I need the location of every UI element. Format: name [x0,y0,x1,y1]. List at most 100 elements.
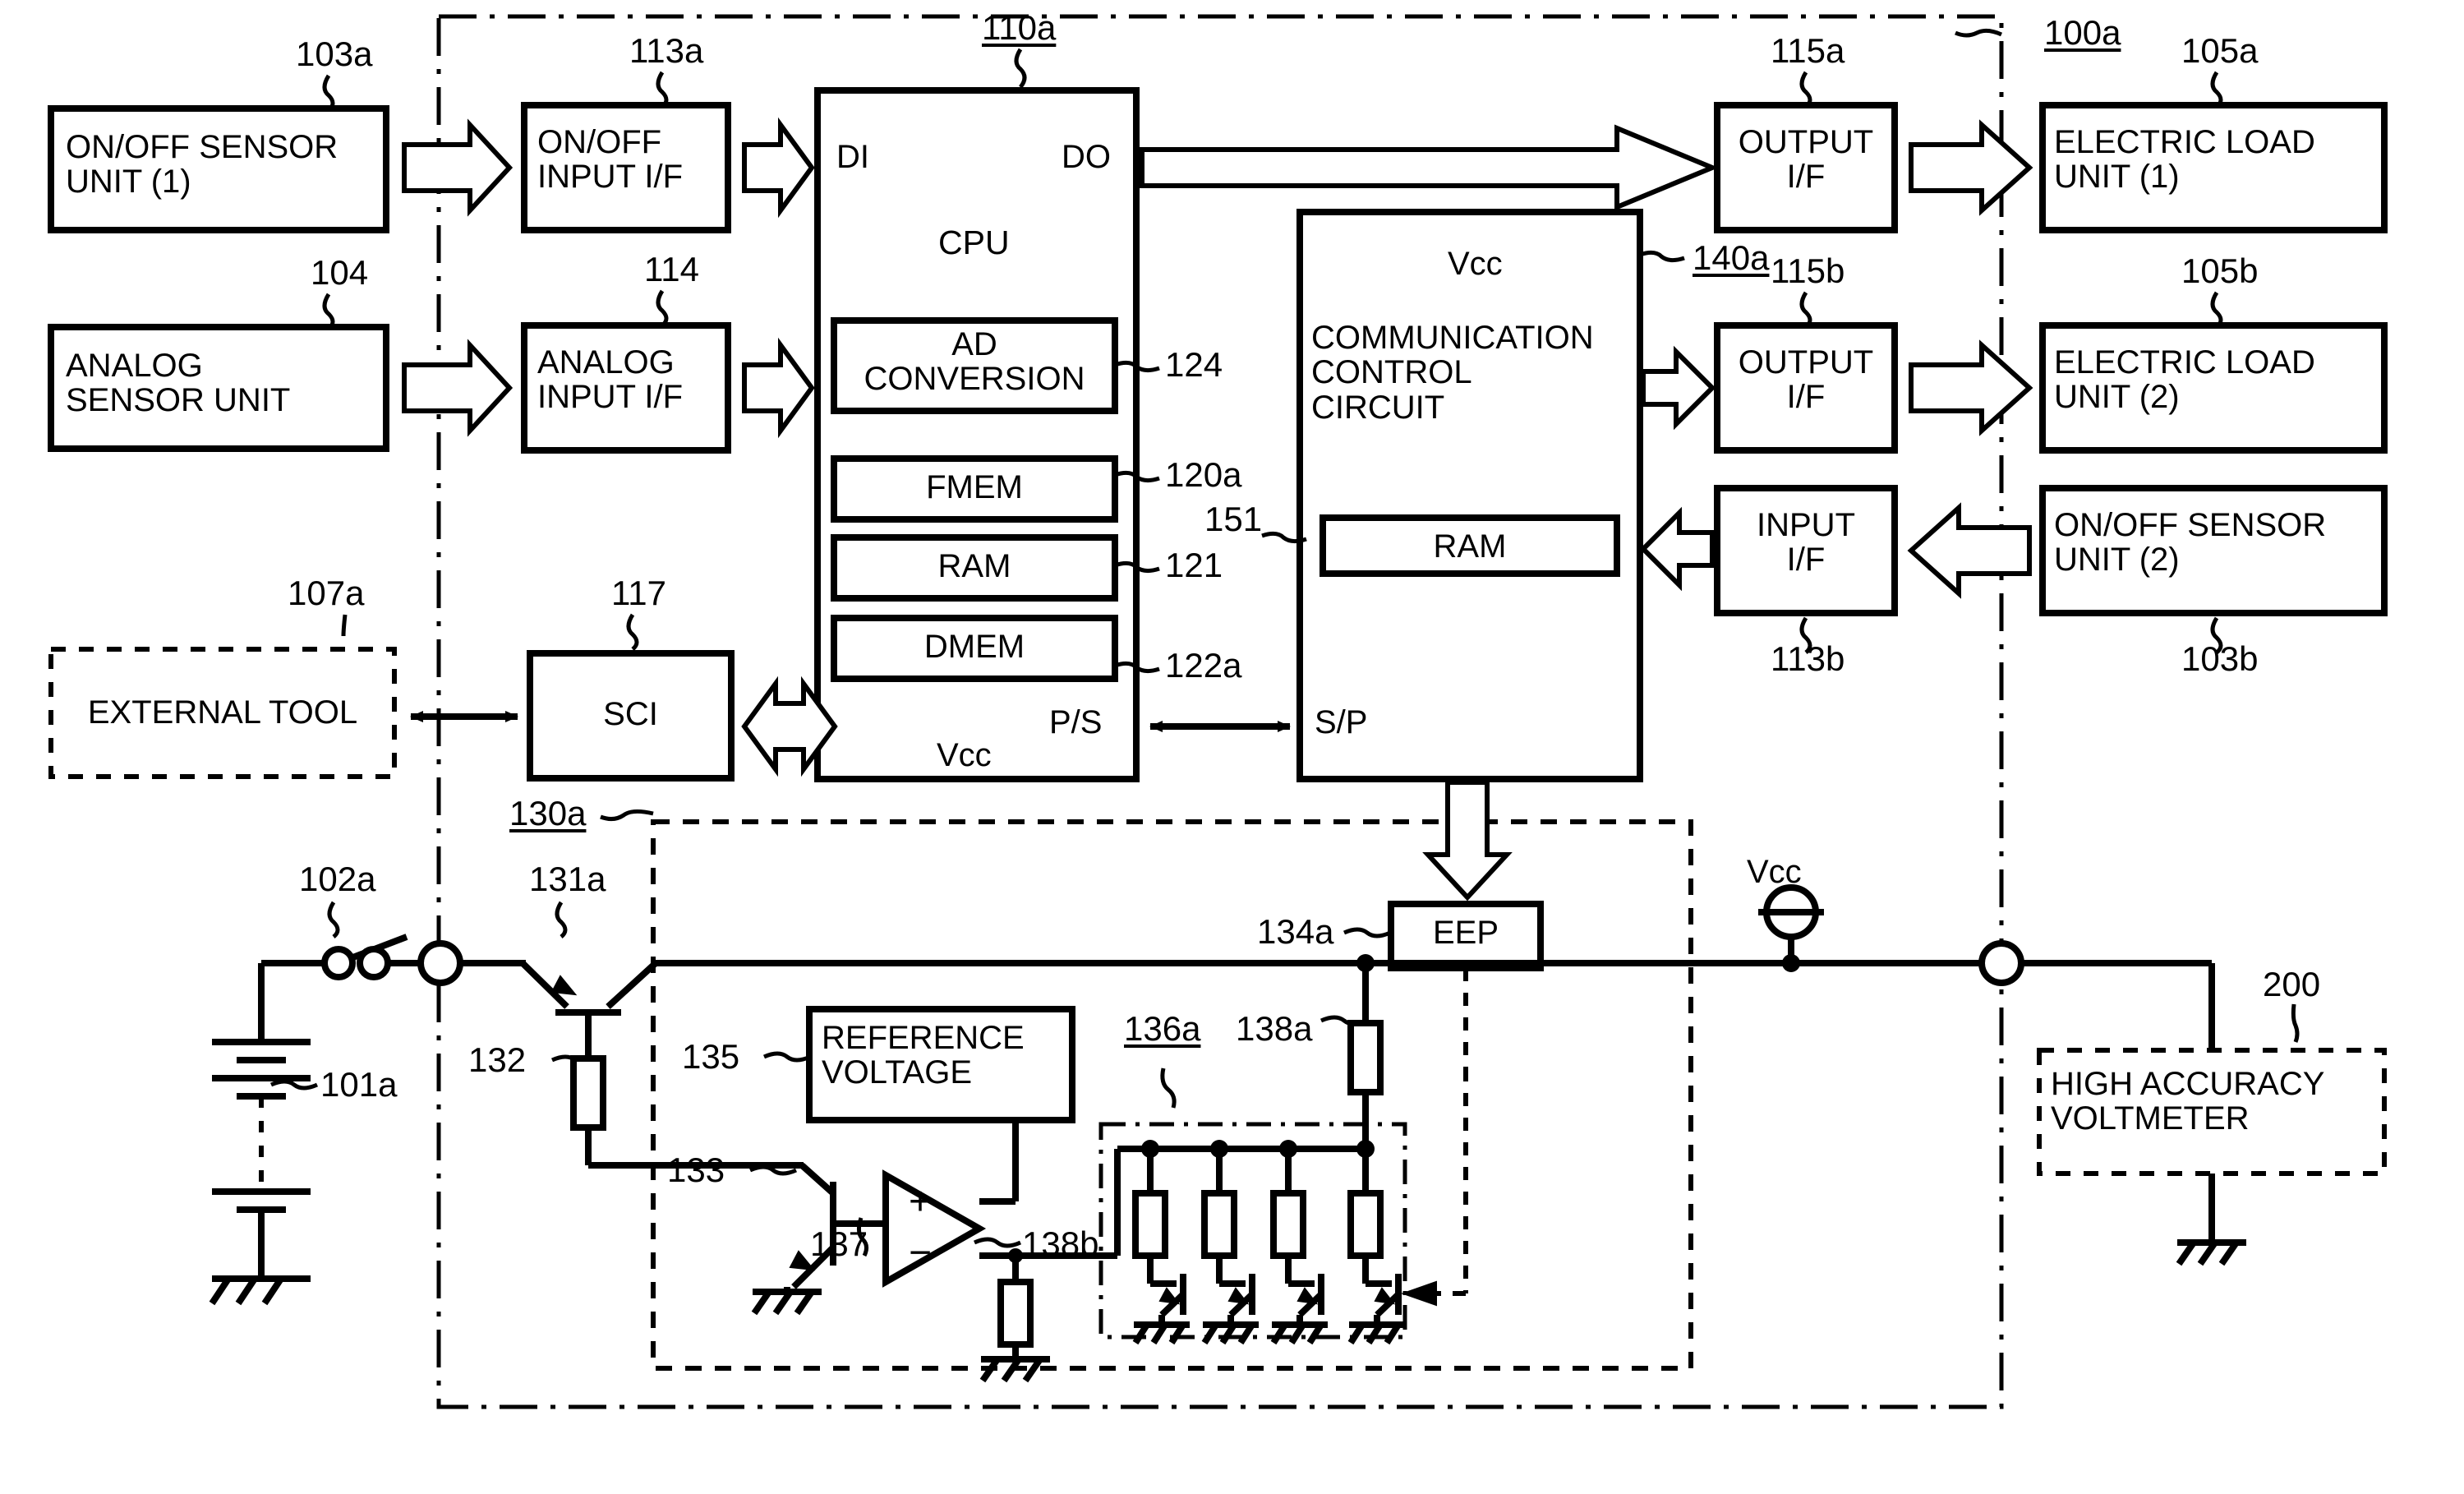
label-eep: EEP [1432,915,1499,951]
ref-103a: 103a [296,35,373,73]
label-output-if-2: OUTPUT I/F [1738,344,1874,416]
ground-133 [751,1287,822,1316]
resistor-132 [570,1055,606,1131]
label-ad-conversion: AD CONVERSION [864,326,1085,398]
arrow-sci-to-cpu [741,676,838,777]
arrow-comm-to-output-if-2 [1641,345,1716,431]
battery-101a [212,963,311,1100]
label-dmem: DMEM [923,629,1025,665]
ref-135: 135 [682,1037,740,1076]
ref-130a: 130a [509,794,587,832]
label-reference-voltage: REFERENCE VOLTAGE [822,1020,1025,1091]
ref-121: 121 [1165,546,1223,584]
label-onoff-sensor-1: ON/OFF SENSOR UNIT (1) [66,129,339,201]
label-output-if-1: OUTPUT I/F [1738,124,1874,196]
label-sp-port: S/P [1315,704,1368,740]
label-electric-load-1: ELECTRIC LOAD UNIT (1) [2054,124,2315,196]
arrow-sensor-2-to-input-if [1907,502,2032,599]
ladder-element-3 [1270,1149,1328,1345]
ref-115b: 115b [1771,251,1845,290]
label-ram-comm: RAM [1433,528,1507,565]
ref-120a: 120a [1165,455,1242,494]
terminal-node-right [1978,940,2215,1050]
arrow-analog-sensor-to-analog-if [402,339,514,437]
label-comm-control: COMMUNICATION CONTROL CIRCUIT [1311,320,1594,426]
transistor-131a [520,961,658,1058]
ref-113a: 113a [629,31,704,70]
arrow-input-if-to-di [742,117,815,219]
label-sci: SCI [603,696,658,732]
vcc-source-symbol [1758,884,1824,963]
switch-102a [261,934,421,980]
power-bus [656,954,1980,1023]
ref-115a: 115a [1771,31,1845,70]
label-external-tool: EXTERNAL TOOL [87,694,358,731]
ref-105a: 105a [2181,31,2259,70]
ground-battery [209,1275,311,1306]
ref-110a: 110a [982,8,1057,47]
ladder-bus [1141,1140,1375,1158]
ladder-element-1 [1132,1149,1190,1345]
ref-200: 200 [2263,965,2321,1003]
label-do-port: DO [1062,139,1111,175]
ref-131a: 131a [529,860,606,898]
ref-107a: 107a [288,574,365,612]
eep-control-dashed-arrow [1436,1068,1468,1296]
label-onoff-input-if: ON/OFF INPUT I/F [537,124,684,196]
label-ram-cpu: RAM [937,548,1011,584]
ref-122a: 122a [1165,646,1242,685]
label-analog-input-if: ANALOG INPUT I/F [537,344,684,416]
resistor-138b [997,1279,1034,1348]
ref-138a: 138a [1236,1009,1313,1048]
ref-105b: 105b [2181,251,2259,290]
ref-132: 132 [468,1040,527,1079]
ref-136a: 136a [1124,1009,1201,1048]
ref-113b: 113b [1771,639,1845,678]
terminal-node-left [417,940,526,986]
eep-control-arrowhead [1400,1280,1437,1307]
label-vcc-cpu: Vcc [937,737,992,773]
arrow-input-if-to-comm [1639,506,1715,592]
ref-151: 151 [1204,500,1263,538]
label-fmem: FMEM [926,469,1023,505]
ref-138b: 138b [1022,1224,1099,1263]
ground-138b [979,1344,1050,1383]
label-electric-load-2: ELECTRIC LOAD UNIT (2) [2054,344,2315,416]
opamp-plus-sign: + [909,1180,933,1224]
label-di-port: DI [836,139,869,175]
label-input-if: INPUT I/F [1757,507,1855,579]
arrow-output-if-1-to-load-1 [1909,119,2033,216]
box-comm-control [1296,209,1643,782]
ref-114: 114 [644,250,699,288]
arrow-analog-if-to-ad [742,337,815,439]
label-onoff-sensor-2: ON/OFF SENSOR UNIT (2) [2054,507,2327,579]
ref-104: 104 [311,253,369,292]
diagram-svg [48,14,2388,1409]
label-vcc-supply: Vcc [1747,854,1802,890]
label-ps-port: P/S [1049,704,1103,740]
label-vcc-comm: Vcc [1448,246,1503,282]
ref-100a: 100a [2044,13,2121,52]
resistor-138a [1347,1020,1384,1095]
ref-117: 117 [611,574,666,612]
arrow-sensor1-to-input-if [402,118,514,217]
arrow-do-to-output-if-1 [1140,124,1719,211]
label-high-accuracy-voltmeter: HIGH ACCURACY VOLTMETER [2051,1066,2325,1137]
ladder-element-4 [1347,1149,1405,1345]
ground-voltmeter [2176,1174,2246,1266]
ref-140a: 140a [1693,238,1770,277]
ref-134a: 134a [1257,912,1334,951]
ref-124: 124 [1165,345,1223,384]
ref-137: 137 [810,1224,868,1263]
ladder-element-2 [1201,1149,1259,1345]
label-analog-sensor: ANALOG SENSOR UNIT [66,348,291,419]
ref-103b: 103b [2181,639,2259,678]
ref-101a: 101a [320,1065,398,1104]
label-cpu: CPU [938,224,1010,261]
battery-lower-plate [212,1188,311,1278]
opamp-minus-sign: − [909,1231,933,1275]
arrow-output-if-2-to-load-2 [1909,339,2033,436]
ref-133: 133 [667,1150,725,1189]
ref-102a: 102a [299,860,376,898]
arrow-comm-to-eep [1422,780,1513,901]
